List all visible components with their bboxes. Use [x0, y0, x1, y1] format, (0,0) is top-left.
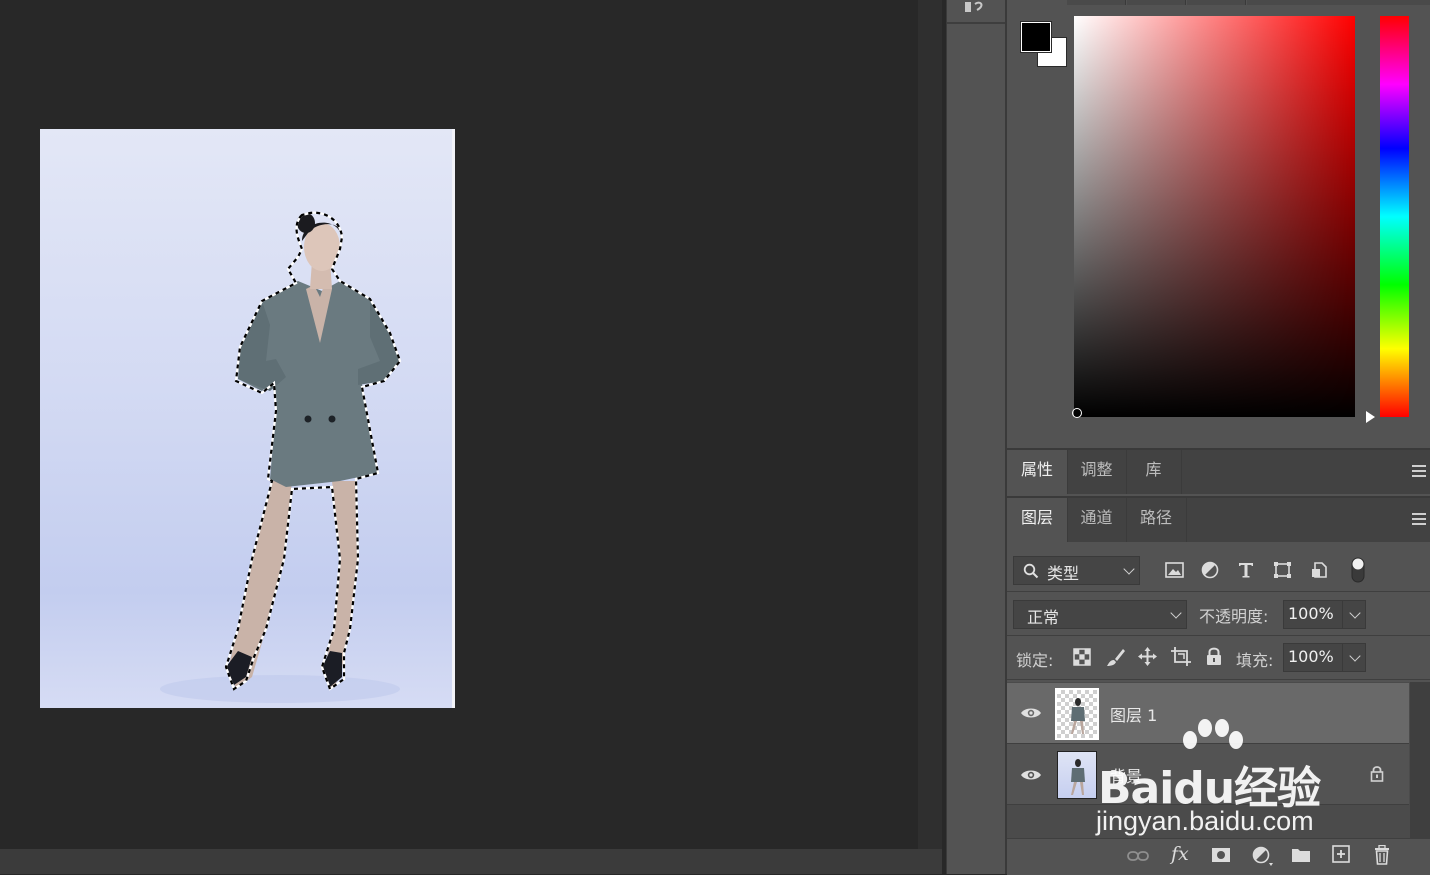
chevron-down-icon[interactable]: [1349, 607, 1361, 619]
figure-thumbnail-icon: [1071, 759, 1085, 795]
fill-value: 100%: [1288, 647, 1334, 666]
trash-icon[interactable]: [1373, 845, 1391, 865]
panel-menu-icon[interactable]: [1412, 513, 1426, 525]
color-panel-tabs: [1067, 0, 1430, 6]
tab-properties[interactable]: 属性: [1007, 450, 1068, 494]
lock-label: 锁定:: [1016, 651, 1054, 670]
layers-bottom-toolbar: fx: [1007, 838, 1430, 875]
document-canvas[interactable]: [40, 129, 455, 708]
tab-paths[interactable]: 路径: [1126, 498, 1187, 542]
photo-figure-with-selection: [160, 211, 402, 703]
shape-filter-icon[interactable]: [1273, 561, 1293, 579]
layers-tabbar: 图层 通道 路径: [1007, 496, 1430, 542]
collapsed-panel-dock: [946, 0, 1007, 874]
opacity-value: 100%: [1288, 604, 1334, 623]
tab-channels[interactable]: 通道: [1067, 498, 1127, 542]
watermark-url: jingyan.baidu.com: [1096, 806, 1314, 836]
scroll-corner: [918, 849, 942, 874]
blend-mode-select[interactable]: 正常: [1013, 600, 1187, 629]
color-picker-marker[interactable]: [1072, 408, 1082, 418]
chevron-down-icon: [1170, 607, 1182, 619]
fill-label: 填充:: [1236, 651, 1274, 670]
opacity-field[interactable]: 100%: [1283, 600, 1366, 629]
chevron-down-icon: [1123, 563, 1135, 575]
image-filter-icon[interactable]: [1165, 561, 1185, 579]
fx-icon[interactable]: fx: [1171, 843, 1189, 865]
opacity-label: 不透明度:: [1199, 607, 1269, 626]
canvas-vertical-scrollbar[interactable]: [918, 0, 942, 874]
properties-tabbar: 属性 调整 库: [1007, 448, 1430, 494]
adjustment-layer-icon[interactable]: [1252, 846, 1274, 866]
lock-all-icon[interactable]: [1205, 646, 1223, 666]
eye-icon[interactable]: [1020, 706, 1042, 720]
lock-artboard-icon[interactable]: [1170, 646, 1192, 667]
lock-transparent-icon[interactable]: [1073, 648, 1091, 666]
layer-filter-select[interactable]: 类型: [1013, 556, 1140, 585]
panel-menu-icon[interactable]: [1412, 465, 1426, 477]
search-icon: [1023, 563, 1039, 579]
tab-adjustments[interactable]: 调整: [1067, 450, 1127, 494]
foreground-color-swatch[interactable]: [1021, 22, 1051, 52]
layer-thumbnail: [1057, 751, 1097, 799]
mask-icon[interactable]: [1211, 847, 1231, 863]
history-panel-icon[interactable]: [961, 0, 991, 14]
smart-object-filter-icon[interactable]: [1310, 561, 1328, 579]
chevron-down-icon[interactable]: [1349, 650, 1361, 662]
canvas-horizontal-scrollbar[interactable]: [0, 849, 918, 874]
eye-icon[interactable]: [1020, 768, 1042, 782]
lock-position-icon[interactable]: [1137, 646, 1158, 667]
layers-scrollbar[interactable]: [1410, 682, 1430, 838]
filter-toggle-icon[interactable]: [1350, 556, 1366, 584]
figure-thumbnail-icon: [1071, 698, 1085, 734]
lock-pixels-icon[interactable]: [1106, 647, 1126, 667]
adjustment-filter-icon[interactable]: [1201, 561, 1219, 579]
lock-icon: [1370, 766, 1384, 782]
blend-mode-value: 正常: [1027, 608, 1060, 627]
fill-field[interactable]: 100%: [1283, 643, 1366, 672]
color-picker-field[interactable]: [1074, 16, 1355, 417]
tab-layers[interactable]: 图层: [1007, 498, 1068, 542]
tab-libraries[interactable]: 库: [1126, 450, 1182, 494]
hue-slider-handle[interactable]: [1366, 411, 1375, 423]
type-filter-icon[interactable]: [1237, 561, 1255, 579]
group-folder-icon[interactable]: [1291, 846, 1311, 863]
hue-slider[interactable]: [1380, 16, 1409, 417]
baidu-watermark: Baidu经验 jingyan.baidu.com: [1096, 718, 1366, 838]
new-layer-icon[interactable]: [1332, 845, 1350, 863]
link-icon[interactable]: [1127, 849, 1149, 863]
layer-thumbnail: [1055, 688, 1099, 740]
filter-type-label: 类型: [1047, 564, 1080, 583]
